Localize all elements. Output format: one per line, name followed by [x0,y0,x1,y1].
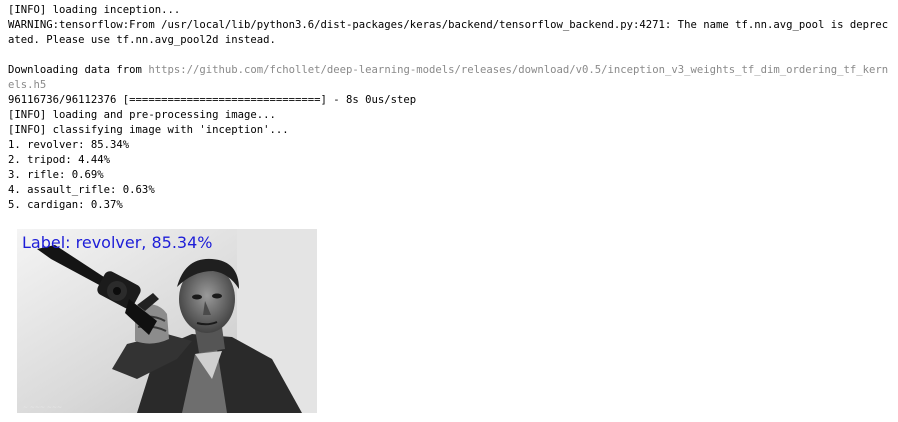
prediction-5: 5. cardigan: 0.37% [8,199,123,211]
prediction-4: 4. assault_rifle: 0.63% [8,184,155,196]
console-line-classifying: [INFO] classifying image with 'inception… [8,124,289,136]
prediction-3: 3. rifle: 0.69% [8,169,104,181]
photo-placeholder [17,229,317,413]
download-prefix: Downloading data from [8,64,149,76]
classified-output-image: Label: revolver, 85.34% ~ ~~~ ~~~ [17,229,317,413]
console-output: [INFO] loading inception... WARNING:tens… [8,3,892,213]
console-line-preprocessing: [INFO] loading and pre-processing image.… [8,109,276,121]
console-line-loading: [INFO] loading inception... [8,4,181,16]
prediction-1: 1. revolver: 85.34% [8,139,130,151]
console-line-progress: 96116736/96112376 [=====================… [8,94,417,106]
prediction-2: 2. tripod: 4.44% [8,154,111,166]
console-line-download: Downloading data from https://github.com… [8,63,892,93]
console-line-warning: WARNING:tensorflow:From /usr/local/lib/p… [8,19,889,46]
prediction-overlay-label: Label: revolver, 85.34% [22,233,213,252]
image-watermark: ~ ~~~ ~~~ [23,404,63,411]
